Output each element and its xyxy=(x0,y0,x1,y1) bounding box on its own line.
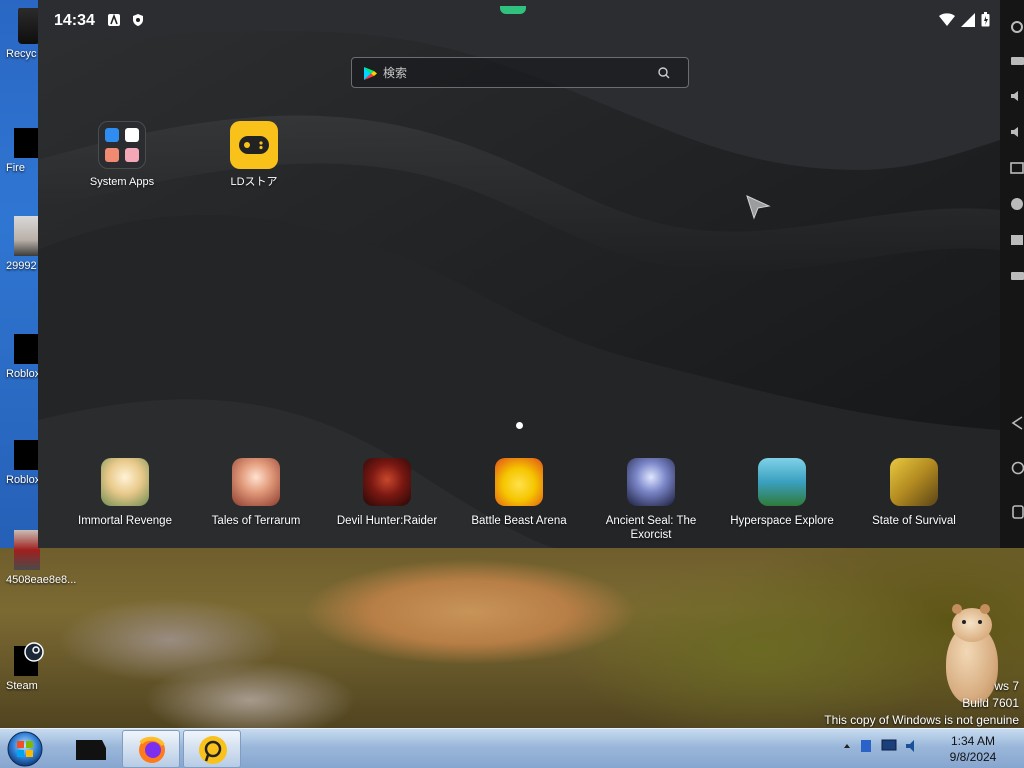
watermark-notice: This copy of Windows is not genuine xyxy=(824,713,1019,727)
system-tray xyxy=(843,739,921,753)
app-immortal-revenge[interactable]: Immortal Revenge xyxy=(60,458,190,528)
google-play-icon xyxy=(364,67,377,80)
more-icon[interactable] xyxy=(1010,269,1024,283)
app-ld-store[interactable]: LDストア xyxy=(189,121,319,189)
roblox-studio-icon xyxy=(14,440,38,470)
watermark-build: Build 7601 xyxy=(962,696,1019,710)
devil-hunter-icon xyxy=(363,458,411,506)
firefox-icon xyxy=(14,128,38,158)
gamepad-icon xyxy=(230,121,278,169)
watermark-os: ws 7 xyxy=(994,679,1019,693)
app-label: Devil Hunter:Raider xyxy=(336,515,438,527)
hyperspace-explore-icon xyxy=(758,458,806,506)
add-apk-icon[interactable] xyxy=(1010,233,1024,247)
status-time: 14:34 xyxy=(54,12,95,29)
taskbar-app-black[interactable] xyxy=(62,730,120,768)
app-label: LDストア xyxy=(230,176,278,188)
taskbar-firefox[interactable] xyxy=(122,730,180,768)
firefox-icon xyxy=(139,736,165,763)
ldplayer-emulator-screen[interactable]: 14:34 System Apps LD xyxy=(38,0,1000,548)
home-icon[interactable] xyxy=(1010,461,1024,475)
emulator-sidebar xyxy=(1000,0,1024,548)
volume-down-icon[interactable] xyxy=(1010,125,1024,139)
taskbar-clock[interactable]: 1:34 AM 9/8/2024 xyxy=(928,733,1018,765)
black-box-icon xyxy=(76,740,106,760)
ancient-seal-icon xyxy=(627,458,675,506)
app-label: Immortal Revenge xyxy=(78,515,172,527)
app-label: System Apps xyxy=(89,176,155,188)
play-store-search-bar[interactable] xyxy=(351,57,689,88)
photo-thumbnail-icon xyxy=(14,216,40,256)
windows-genuine-watermark: ws 7 Build 7601 This copy of Windows is … xyxy=(824,678,1019,728)
ldplayer-icon xyxy=(199,736,227,764)
steam-icon xyxy=(14,642,44,676)
notification-a-icon xyxy=(108,13,120,26)
battle-beast-icon xyxy=(495,458,543,506)
android-status-bar: 14:34 xyxy=(38,0,1000,40)
volume-up-icon[interactable] xyxy=(1010,89,1024,103)
roblox-icon xyxy=(14,334,38,364)
recycle-bin-icon xyxy=(18,8,40,44)
monitor-icon[interactable] xyxy=(881,739,897,753)
search-input[interactable] xyxy=(383,64,643,82)
app-battle-beast-arena[interactable]: Battle Beast Arena xyxy=(454,458,584,528)
settings-icon[interactable] xyxy=(1010,20,1024,34)
search-icon[interactable] xyxy=(658,67,670,79)
folder-icon xyxy=(98,121,146,169)
state-of-survival-icon xyxy=(890,458,938,506)
screenshot-icon[interactable] xyxy=(1010,161,1024,175)
back-icon[interactable] xyxy=(1010,416,1024,430)
desktop-icon-label: 4508eae8e8... xyxy=(6,574,77,586)
app-label: State of Survival xyxy=(872,515,956,527)
status-notch xyxy=(500,6,526,14)
desktop-icon-label: Steam xyxy=(6,680,38,692)
tales-of-terrarum-icon xyxy=(232,458,280,506)
network-flag-icon[interactable] xyxy=(859,739,873,753)
windows-taskbar: 1:34 AM 9/8/2024 xyxy=(0,728,1024,768)
app-devil-hunter-raider[interactable]: Devil Hunter:Raider xyxy=(322,458,452,528)
app-ancient-seal-the-exorcist[interactable]: Ancient Seal: The Exorcist xyxy=(586,458,716,542)
app-tales-of-terrarum[interactable]: Tales of Terrarum xyxy=(191,458,321,528)
app-system-apps-folder[interactable]: System Apps xyxy=(57,121,187,189)
app-state-of-survival[interactable]: State of Survival xyxy=(849,458,979,528)
mouse-cursor-icon xyxy=(746,195,771,220)
volume-icon[interactable] xyxy=(905,739,921,753)
taskbar-ldplayer[interactable] xyxy=(183,730,241,768)
record-icon[interactable] xyxy=(1010,197,1024,211)
battery-icon xyxy=(981,12,990,27)
app-label: Ancient Seal: The Exorcist xyxy=(605,515,697,541)
wifi-icon xyxy=(939,12,955,26)
keyboard-icon[interactable] xyxy=(1010,54,1024,68)
immortal-revenge-icon xyxy=(101,458,149,506)
shield-icon xyxy=(133,14,143,26)
recents-icon[interactable] xyxy=(1010,505,1024,519)
app-label: Battle Beast Arena xyxy=(471,515,567,527)
show-hidden-icons-icon[interactable] xyxy=(843,742,851,750)
image-file-icon xyxy=(14,530,40,570)
app-label: Hyperspace Explore xyxy=(730,515,834,527)
desktop-icon-steam[interactable]: Steam xyxy=(0,642,44,692)
page-indicator-dot xyxy=(516,422,523,429)
clock-date: 9/8/2024 xyxy=(949,750,997,764)
clock-time: 1:34 AM xyxy=(950,734,996,748)
app-label: Tales of Terrarum xyxy=(211,515,301,527)
start-button[interactable] xyxy=(5,730,45,768)
app-hyperspace-explore[interactable]: Hyperspace Explore xyxy=(717,458,847,528)
signal-icon xyxy=(961,12,975,27)
